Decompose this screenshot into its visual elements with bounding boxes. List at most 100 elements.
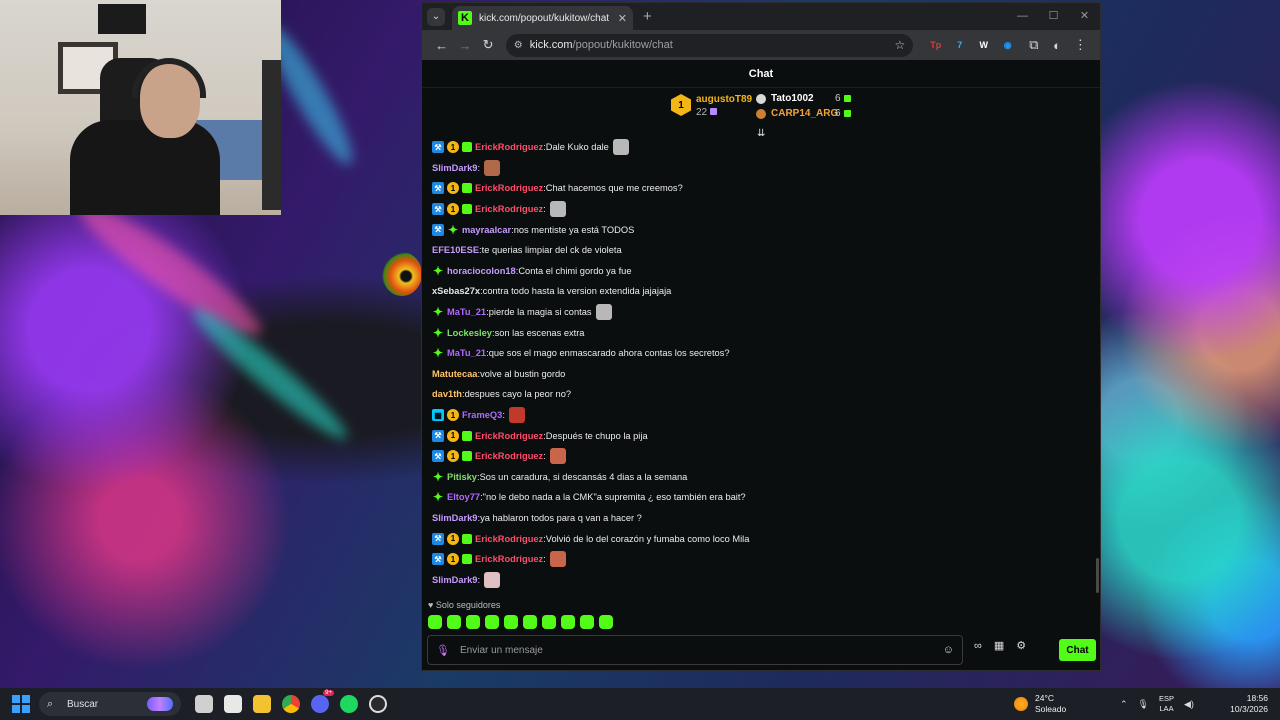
chat-username[interactable]: Pitisky [447,472,477,482]
forward-icon[interactable]: → [453,38,476,53]
star-badge-icon[interactable]: ✦ [432,346,444,360]
chat-message-input[interactable] [460,644,943,656]
sub-badge-icon[interactable] [462,183,472,194]
maximize-icon[interactable]: ☐ [1038,3,1069,30]
chat-emote-icon[interactable] [549,448,566,465]
chrome-icon[interactable] [282,695,300,713]
language-indicator[interactable]: ESP LAA [1159,694,1174,714]
task-view-icon[interactable] [195,695,213,713]
emote-icon[interactable] [485,615,499,629]
menu-kebab-icon[interactable]: ⋮ [1069,37,1092,53]
leaderboard-first[interactable]: 1 augustoT89 22 [671,94,752,118]
file-explorer-icon[interactable] [253,695,271,713]
notepad-icon[interactable] [224,695,242,713]
extensions-puzzle-icon[interactable]: ⧉ [1022,37,1045,53]
chat-username[interactable]: SlimDark9 [432,163,477,173]
emote-icon[interactable] [504,615,518,629]
emote-icon[interactable] [561,615,575,629]
chat-username[interactable]: EFE10ESE [432,245,479,255]
tab-search-button[interactable]: ⌄ [427,7,445,26]
chat-username[interactable]: dav1th [432,389,462,399]
og-badge-icon[interactable]: 1 [447,450,459,463]
leaderboard-second[interactable]: Tato1002 6 [756,93,851,104]
og-badge-icon[interactable]: 1 [447,429,459,442]
chat-username[interactable]: FrameQ3 [462,410,502,420]
sub-badge-icon[interactable] [462,204,472,215]
verified-badge-icon[interactable]: ⚒ [432,429,444,442]
chat-input-box[interactable]: 🎙 ☺ [427,635,963,665]
chat-username[interactable]: MaTu_21 [447,307,486,317]
spotify-icon[interactable] [340,695,358,713]
address-bar[interactable]: ⚙ kick.com/popout/kukitow/chat ☆ [505,33,914,57]
chat-username[interactable]: ErickRodriguez [475,183,543,193]
profile-icon[interactable]: ◐ [1045,38,1068,53]
leaderboard-third[interactable]: CARP14_ARG 6 [756,108,851,119]
ext-tp-icon[interactable]: Tp [927,37,944,54]
chat-username[interactable]: mayraalcar [462,225,511,235]
chat-emote-icon[interactable] [484,571,501,588]
chat-username[interactable]: ErickRodriguez [475,142,543,152]
site-info-icon[interactable]: ⚙ [514,40,530,51]
emote-icon[interactable] [466,615,480,629]
sub-badge-icon[interactable] [462,533,472,544]
og-badge-icon[interactable]: 1 [447,203,459,216]
verified-badge-icon[interactable]: ⚒ [432,450,444,463]
verified-badge-icon[interactable]: ⚒ [432,182,444,195]
chat-username[interactable]: ErickRodriguez [475,431,543,441]
chat-username[interactable]: ErickRodriguez [475,534,543,544]
emote-icon[interactable] [447,615,461,629]
window-close-icon[interactable]: ✕ [1069,3,1100,30]
chat-username[interactable]: Matutecaa [432,369,477,379]
verified-badge-icon[interactable]: ⚒ [432,141,444,154]
verified-badge-icon[interactable]: ⚒ [432,203,444,216]
send-chat-button[interactable]: Chat [1059,639,1096,661]
microphone-icon[interactable]: 🎙 [436,644,460,657]
emote-icon[interactable] [599,615,613,629]
taskbar-search[interactable]: ⌕ Buscar [39,692,181,716]
og-badge-icon[interactable]: 1 [447,532,459,545]
verified-badge-icon[interactable]: ⚒ [432,553,444,566]
star-badge-icon[interactable]: ✦ [432,490,444,504]
chat-username[interactable]: SlimDark9 [432,575,477,585]
emote-icon[interactable] [580,615,594,629]
og-badge-icon[interactable]: 1 [447,553,459,566]
obs-icon[interactable] [369,695,387,713]
volume-icon[interactable]: ◀) [1184,699,1194,710]
chat-emote-icon[interactable] [508,407,525,424]
chat-emote-icon[interactable] [595,304,612,321]
mod-badge-icon[interactable]: ▦ [432,409,444,422]
chat-username[interactable]: SlimDark9 [432,513,477,523]
chat-username[interactable]: MaTu_21 [447,348,486,358]
chat-scrollbar[interactable] [1096,558,1099,593]
star-badge-icon[interactable]: ✦ [432,470,444,484]
tab-close-icon[interactable]: ✕ [618,12,627,25]
emote-icon[interactable] [523,615,537,629]
verified-badge-icon[interactable]: ⚒ [432,223,444,236]
channel-points-icon[interactable]: ∞ [974,640,982,652]
verified-badge-icon[interactable]: ⚒ [432,532,444,545]
ext-shield-icon[interactable]: ◉ [999,37,1016,54]
back-icon[interactable]: ← [430,38,453,53]
og-badge-icon[interactable]: 1 [447,182,459,195]
chat-username[interactable]: xSebas27x [432,286,480,296]
chat-username[interactable]: ErickRodriguez [475,451,543,461]
star-badge-icon[interactable]: ✦ [432,326,444,340]
emote-icon[interactable] [542,615,556,629]
sub-badge-icon[interactable] [462,554,472,565]
chat-username[interactable]: Eltoy77 [447,492,480,502]
emote-icon[interactable] [428,615,442,629]
sub-badge-icon[interactable] [462,451,472,462]
ext-w-icon[interactable]: W [975,37,992,54]
og-badge-icon[interactable]: 1 [447,409,459,422]
chat-emote-icon[interactable] [484,159,501,176]
tray-chevron-icon[interactable]: ⌃ [1120,699,1128,710]
store-icon[interactable]: ▦ [994,639,1004,652]
discord-icon[interactable]: 9+ [311,690,334,713]
chat-username[interactable]: Lockesley [447,328,492,338]
settings-gear-icon[interactable]: ⚙ [1016,639,1026,652]
sub-badge-icon[interactable] [462,430,472,441]
og-badge-icon[interactable]: 1 [447,141,459,154]
chat-username[interactable]: ErickRodriguez [475,204,543,214]
star-badge-icon[interactable]: ✦ [432,264,444,278]
chat-username[interactable]: ErickRodriguez [475,554,543,564]
